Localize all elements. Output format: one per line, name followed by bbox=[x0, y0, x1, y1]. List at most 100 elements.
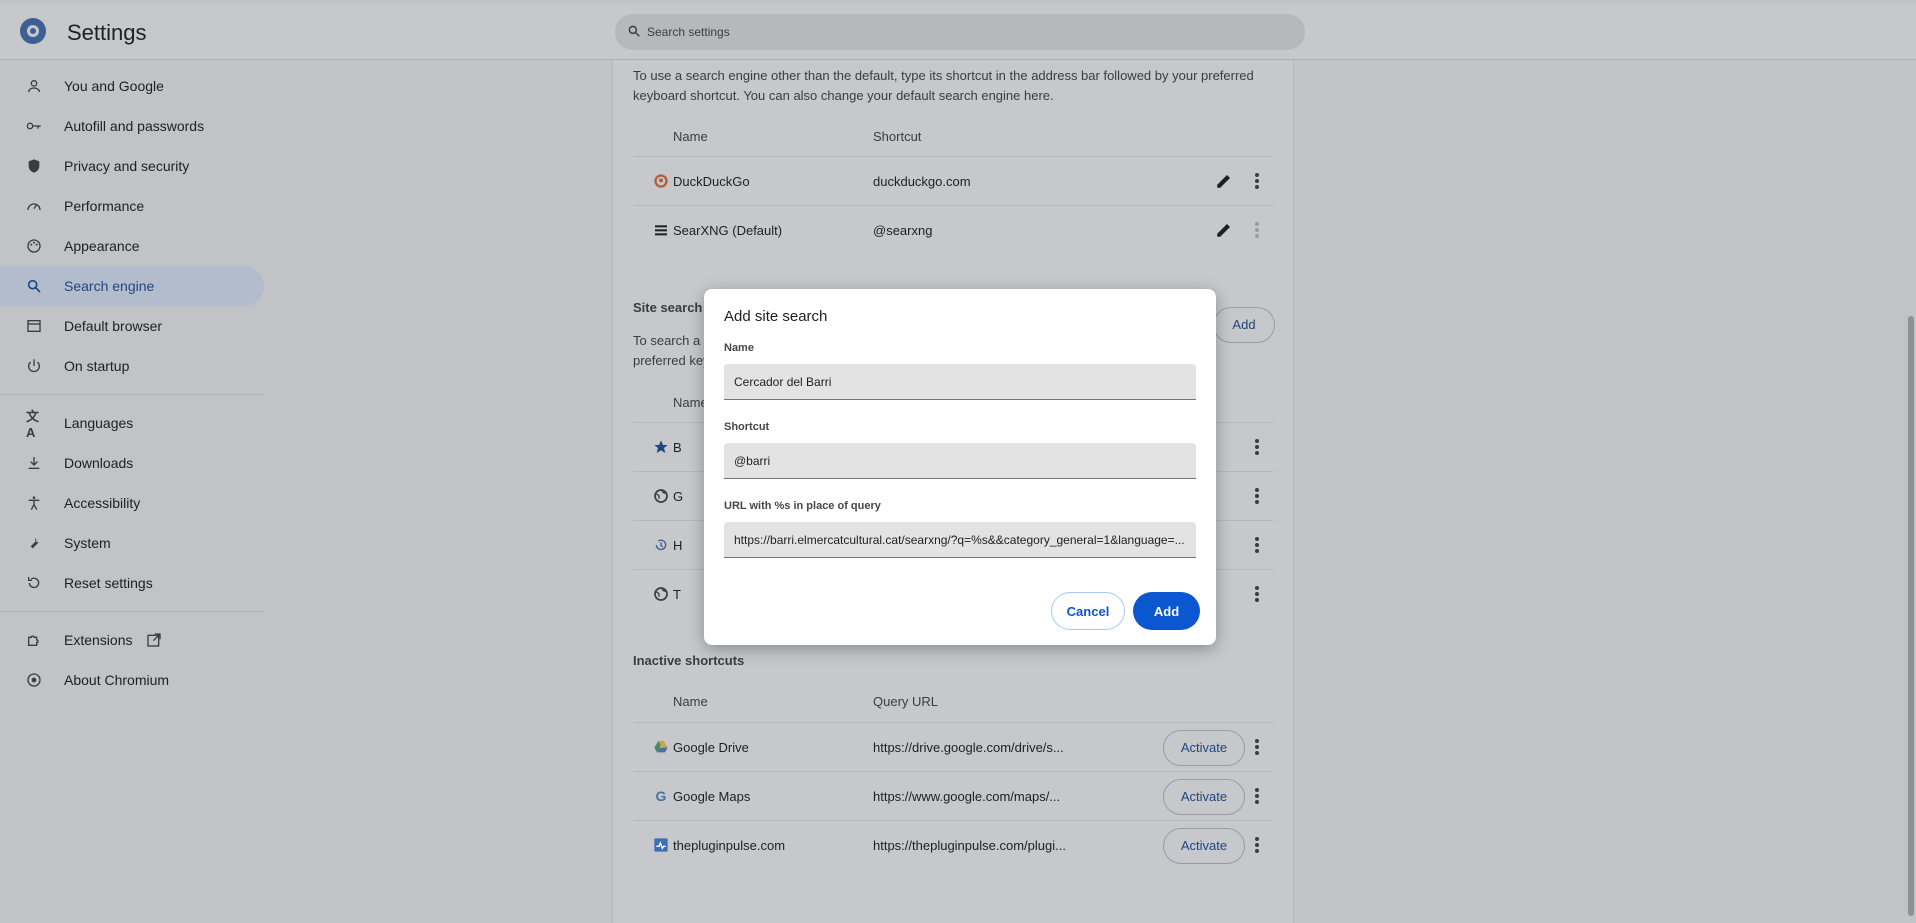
searxng-icon bbox=[655, 225, 667, 236]
column-header-query-url: Query URL bbox=[873, 694, 939, 709]
key-icon bbox=[26, 118, 42, 134]
sidebar-divider bbox=[0, 394, 264, 395]
power-icon bbox=[26, 358, 42, 374]
table-row: Google Drive https://drive.google.com/dr… bbox=[633, 722, 1273, 771]
google-drive-icon bbox=[654, 741, 668, 753]
sidebar-item-label: Privacy and security bbox=[64, 158, 190, 174]
sidebar-item-system[interactable]: System bbox=[0, 523, 270, 563]
sidebar-item-label: Extensions bbox=[64, 632, 133, 648]
chromium-logo-icon bbox=[20, 18, 46, 44]
sidebar-item-label: Appearance bbox=[64, 238, 140, 254]
star-icon bbox=[654, 440, 668, 453]
more-actions-icon bbox=[1255, 222, 1259, 238]
name-field-container bbox=[724, 364, 1196, 400]
engine-shortcut: duckduckgo.com bbox=[873, 174, 971, 189]
download-icon bbox=[26, 455, 42, 471]
engine-name: DuckDuckGo bbox=[673, 174, 750, 189]
search-input[interactable] bbox=[647, 14, 1287, 50]
reset-icon bbox=[26, 575, 42, 591]
sidebar-item-performance[interactable]: Performance bbox=[0, 186, 270, 226]
dialog-title: Add site search bbox=[724, 308, 828, 325]
scrollbar-thumb[interactable] bbox=[1908, 316, 1914, 916]
sidebar-item-label: Search engine bbox=[64, 278, 155, 294]
table-row: SearXNG (Default) @searxng bbox=[633, 205, 1273, 254]
sidebar-item-autofill[interactable]: Autofill and passwords bbox=[0, 106, 270, 146]
puzzle-icon bbox=[26, 632, 42, 648]
sidebar-item-accessibility[interactable]: Accessibility bbox=[0, 483, 270, 523]
url-field-label: URL with %s in place of query bbox=[724, 500, 881, 512]
chromium-icon bbox=[26, 672, 42, 688]
sidebar-item-privacy[interactable]: Privacy and security bbox=[0, 146, 270, 186]
site-search-name: T bbox=[673, 587, 681, 602]
sidebar-item-label: Performance bbox=[64, 198, 145, 214]
sidebar-item-label: On startup bbox=[64, 358, 130, 374]
translate-icon: 文A bbox=[26, 409, 40, 440]
sidebar-item-you-and-google[interactable]: You and Google bbox=[0, 66, 270, 106]
browser-icon bbox=[26, 318, 42, 334]
sidebar-item-appearance[interactable]: Appearance bbox=[0, 226, 270, 266]
shortcut-url: https://drive.google.com/drive/s... bbox=[873, 740, 1064, 755]
url-field-container bbox=[724, 522, 1196, 558]
site-search-name: B bbox=[673, 440, 682, 455]
more-actions-icon[interactable] bbox=[1255, 739, 1259, 755]
site-search-name: G bbox=[673, 489, 684, 504]
more-actions-icon[interactable] bbox=[1255, 837, 1259, 853]
sidebar-item-label: Downloads bbox=[64, 455, 134, 471]
open-in-new-icon bbox=[147, 633, 162, 647]
add-button[interactable]: Add bbox=[1133, 592, 1200, 630]
engine-shortcut: @searxng bbox=[873, 223, 933, 238]
pluginpulse-icon bbox=[654, 838, 668, 852]
name-field[interactable] bbox=[724, 364, 1196, 399]
more-actions-icon[interactable] bbox=[1255, 537, 1259, 553]
sidebar-item-about[interactable]: About Chromium bbox=[0, 660, 270, 700]
sidebar-item-extensions[interactable]: Extensions bbox=[0, 620, 270, 660]
person-icon bbox=[26, 78, 42, 94]
table-row: thepluginpulse.com https://thepluginpuls… bbox=[633, 820, 1273, 869]
globe-icon bbox=[654, 489, 668, 503]
shortcut-field-container bbox=[724, 443, 1196, 479]
table-row: DuckDuckGo duckduckgo.com bbox=[633, 156, 1273, 205]
activate-button[interactable]: Activate bbox=[1163, 828, 1245, 864]
url-field[interactable] bbox=[724, 522, 1196, 557]
history-icon bbox=[655, 539, 667, 551]
search-box[interactable] bbox=[615, 14, 1305, 50]
sidebar-item-search-engine[interactable]: Search engine bbox=[0, 266, 264, 306]
add-site-search-dialog: Add site search Name Shortcut URL with %… bbox=[704, 289, 1216, 645]
sidebar-item-label: You and Google bbox=[64, 78, 164, 94]
sidebar-item-on-startup[interactable]: On startup bbox=[0, 346, 270, 386]
search-icon bbox=[26, 278, 42, 294]
sidebar-item-reset-settings[interactable]: Reset settings bbox=[0, 563, 270, 603]
more-actions-icon[interactable] bbox=[1255, 788, 1259, 804]
site-search-name: H bbox=[673, 538, 683, 553]
sidebar-item-downloads[interactable]: Downloads bbox=[0, 443, 270, 483]
edit-icon[interactable] bbox=[1215, 172, 1233, 190]
search-engine-intro: To use a search engine other than the de… bbox=[633, 68, 1254, 103]
shortcut-url: https://www.google.com/maps/... bbox=[873, 789, 1061, 804]
more-actions-icon[interactable] bbox=[1255, 586, 1259, 602]
engine-name: SearXNG (Default) bbox=[673, 223, 783, 238]
edit-icon[interactable] bbox=[1215, 221, 1233, 239]
activate-button[interactable]: Activate bbox=[1163, 779, 1245, 815]
more-actions-icon[interactable] bbox=[1255, 439, 1259, 455]
sidebar-item-default-browser[interactable]: Default browser bbox=[0, 306, 270, 346]
sidebar-item-languages[interactable]: 文A Languages bbox=[0, 403, 270, 443]
palette-icon bbox=[26, 238, 42, 254]
globe-icon bbox=[654, 587, 668, 601]
sidebar-divider bbox=[0, 611, 264, 612]
column-header-name: Name bbox=[673, 395, 708, 410]
sidebar: You and Google Autofill and passwords Pr… bbox=[0, 66, 270, 700]
sidebar-item-label: Default browser bbox=[64, 318, 163, 334]
shortcut-field[interactable] bbox=[724, 443, 1196, 478]
speedometer-icon bbox=[26, 198, 42, 214]
more-actions-icon[interactable] bbox=[1255, 173, 1259, 189]
sidebar-item-label: System bbox=[64, 535, 111, 551]
inactive-shortcuts-heading: Inactive shortcuts bbox=[633, 653, 745, 668]
site-search-heading: Site search bbox=[633, 300, 703, 315]
shortcut-name: Google Maps bbox=[673, 789, 751, 804]
activate-button[interactable]: Activate bbox=[1163, 730, 1245, 766]
cancel-button[interactable]: Cancel bbox=[1051, 592, 1125, 630]
sidebar-item-label: Reset settings bbox=[64, 575, 153, 591]
accessibility-icon bbox=[26, 495, 42, 511]
more-actions-icon[interactable] bbox=[1255, 488, 1259, 504]
google-icon: G bbox=[655, 788, 667, 804]
